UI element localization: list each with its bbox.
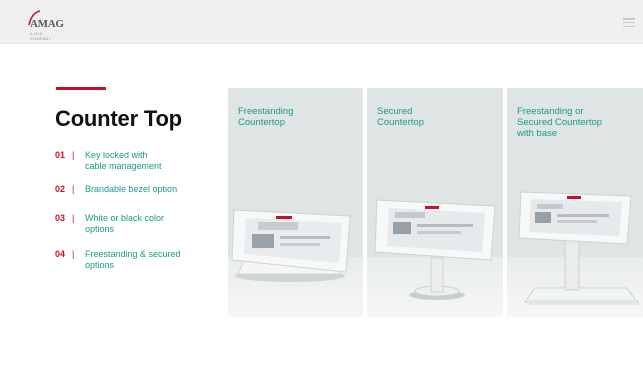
feature-item: 02 | Brandable bezel option (55, 184, 177, 195)
feature-text: Freestanding & secured options (85, 249, 181, 270)
base-kiosk-image (518, 191, 639, 305)
feature-number: 04 (55, 249, 66, 259)
feature-text: Key locked with cable management (85, 150, 162, 171)
feature-text: Brandable bezel option (85, 184, 178, 194)
freestanding-kiosk-image (231, 209, 351, 282)
product-panel-freestanding[interactable]: Freestanding Countertop (228, 88, 363, 317)
feature-separator: | (72, 213, 75, 223)
feature-number: 03 (55, 213, 66, 223)
feature-separator: | (72, 184, 75, 194)
product-panel-with-base[interactable]: Freestanding or Secured Countertop with … (507, 88, 643, 317)
title-accent-rule (56, 87, 106, 90)
feature-item: 03 | White or black color options (55, 213, 164, 235)
product-panel-secured[interactable]: Secured Countertop (367, 88, 503, 317)
feature-number: 02 (55, 184, 66, 194)
secured-kiosk-image (374, 199, 496, 300)
feature-text: White or black color options (85, 213, 165, 234)
feature-separator: | (72, 249, 75, 259)
logo-text: AMAG (30, 18, 64, 30)
feature-separator: | (72, 150, 75, 160)
amag-logo[interactable]: AMAG A G4S COMPANY (25, 10, 65, 41)
feature-item: 01 | Key locked with cable management (55, 150, 162, 172)
menu-icon[interactable] (623, 18, 635, 27)
feature-number: 01 (55, 150, 66, 160)
feature-item: 04 | Freestanding & secured options (55, 249, 181, 271)
logo-subtext: A G4S COMPANY (30, 31, 52, 41)
header-bar: AMAG A G4S COMPANY (0, 0, 643, 44)
page-title: Counter Top (55, 106, 182, 131)
